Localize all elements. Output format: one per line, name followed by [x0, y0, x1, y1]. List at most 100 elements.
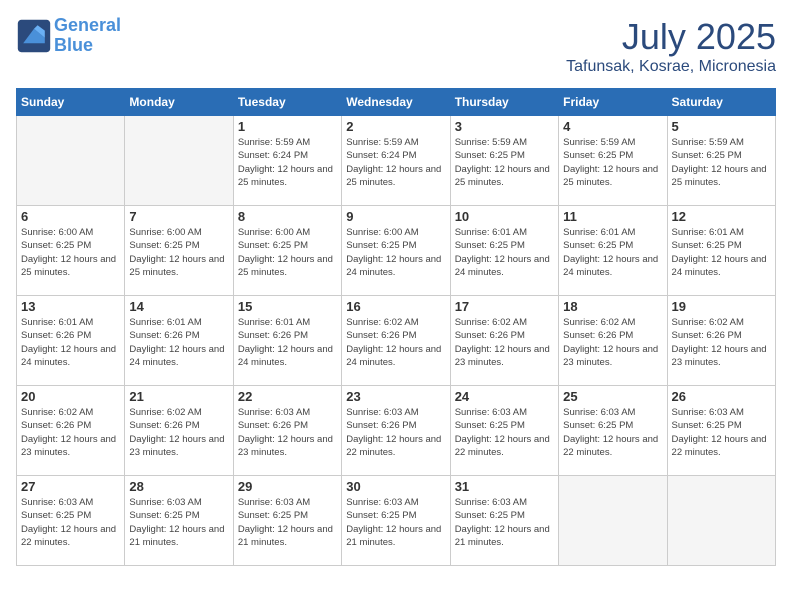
calendar-cell: 19 Sunrise: 6:02 AMSunset: 6:26 PMDayligh… [667, 296, 775, 386]
day-info: Sunrise: 6:03 AMSunset: 6:25 PMDaylight:… [21, 496, 120, 549]
day-number: 11 [563, 209, 662, 224]
calendar-cell: 16 Sunrise: 6:02 AMSunset: 6:26 PMDayligh… [342, 296, 450, 386]
calendar-cell: 30 Sunrise: 6:03 AMSunset: 6:25 PMDayligh… [342, 476, 450, 566]
day-info: Sunrise: 6:03 AMSunset: 6:25 PMDaylight:… [672, 406, 771, 459]
day-info: Sunrise: 6:02 AMSunset: 6:26 PMDaylight:… [129, 406, 228, 459]
calendar-cell: 15 Sunrise: 6:01 AMSunset: 6:26 PMDayligh… [233, 296, 341, 386]
calendar-cell: 26 Sunrise: 6:03 AMSunset: 6:25 PMDayligh… [667, 386, 775, 476]
calendar-cell: 17Sunrise: 6:02 AMSunset: 6:26 PMDayligh… [450, 296, 558, 386]
calendar-cell: 2 Sunrise: 5:59 AMSunset: 6:24 PMDaylight… [342, 116, 450, 206]
logo-icon [16, 18, 52, 54]
day-number: 14 [129, 299, 228, 314]
weekday-header-sunday: Sunday [17, 89, 125, 116]
calendar-cell: 25 Sunrise: 6:03 AMSunset: 6:25 PMDayligh… [559, 386, 667, 476]
calendar-cell [125, 116, 233, 206]
day-info: Sunrise: 6:01 AMSunset: 6:26 PMDaylight:… [238, 316, 337, 369]
calendar-cell: 14 Sunrise: 6:01 AMSunset: 6:26 PMDayligh… [125, 296, 233, 386]
day-info: Sunrise: 6:00 AMSunset: 6:25 PMDaylight:… [346, 226, 445, 279]
day-number: 1 [238, 119, 337, 134]
day-number: 3 [455, 119, 554, 134]
day-info: Sunrise: 6:01 AMSunset: 6:25 PMDaylight:… [563, 226, 662, 279]
day-info: Sunrise: 6:03 AMSunset: 6:25 PMDaylight:… [563, 406, 662, 459]
calendar-cell: 11 Sunrise: 6:01 AMSunset: 6:25 PMDayligh… [559, 206, 667, 296]
day-number: 28 [129, 479, 228, 494]
day-info: Sunrise: 6:02 AMSunset: 6:26 PMDaylight:… [21, 406, 120, 459]
day-info: Sunrise: 6:03 AMSunset: 6:25 PMDaylight:… [238, 496, 337, 549]
calendar-cell: 20 Sunrise: 6:02 AMSunset: 6:26 PMDayligh… [17, 386, 125, 476]
calendar-cell: 28 Sunrise: 6:03 AMSunset: 6:25 PMDayligh… [125, 476, 233, 566]
day-number: 16 [346, 299, 445, 314]
page-header: General Blue July 2025 Tafunsak, Kosrae,… [16, 16, 776, 76]
day-info: Sunrise: 6:00 AMSunset: 6:25 PMDaylight:… [129, 226, 228, 279]
title-block: July 2025 Tafunsak, Kosrae, Micronesia [566, 16, 776, 76]
day-number: 13 [21, 299, 120, 314]
weekday-header-saturday: Saturday [667, 89, 775, 116]
day-number: 8 [238, 209, 337, 224]
day-info: Sunrise: 6:02 AMSunset: 6:26 PMDaylight:… [346, 316, 445, 369]
weekday-header-tuesday: Tuesday [233, 89, 341, 116]
calendar-cell [559, 476, 667, 566]
day-number: 10 [455, 209, 554, 224]
calendar-cell: 5 Sunrise: 5:59 AMSunset: 6:25 PMDaylight… [667, 116, 775, 206]
day-info: Sunrise: 5:59 AMSunset: 6:24 PMDaylight:… [238, 136, 337, 189]
logo: General Blue [16, 16, 121, 56]
day-number: 24 [455, 389, 554, 404]
calendar-cell [667, 476, 775, 566]
calendar-table: SundayMondayTuesdayWednesdayThursdayFrid… [16, 88, 776, 566]
day-number: 30 [346, 479, 445, 494]
day-number: 12 [672, 209, 771, 224]
day-number: 7 [129, 209, 228, 224]
calendar-cell: 22 Sunrise: 6:03 AMSunset: 6:26 PMDayligh… [233, 386, 341, 476]
calendar-body: 1 Sunrise: 5:59 AMSunset: 6:24 PMDaylight… [17, 116, 776, 566]
weekday-header-thursday: Thursday [450, 89, 558, 116]
weekday-header-monday: Monday [125, 89, 233, 116]
calendar-week-3: 13 Sunrise: 6:01 AMSunset: 6:26 PMDayligh… [17, 296, 776, 386]
location-title: Tafunsak, Kosrae, Micronesia [566, 58, 776, 76]
calendar-header: SundayMondayTuesdayWednesdayThursdayFrid… [17, 89, 776, 116]
day-info: Sunrise: 6:03 AMSunset: 6:25 PMDaylight:… [455, 496, 554, 549]
day-info: Sunrise: 6:03 AMSunset: 6:26 PMDaylight:… [346, 406, 445, 459]
calendar-cell: 23 Sunrise: 6:03 AMSunset: 6:26 PMDayligh… [342, 386, 450, 476]
calendar-week-2: 6 Sunrise: 6:00 AMSunset: 6:25 PMDaylight… [17, 206, 776, 296]
day-info: Sunrise: 6:03 AMSunset: 6:25 PMDaylight:… [129, 496, 228, 549]
calendar-cell: 3 Sunrise: 5:59 AMSunset: 6:25 PMDaylight… [450, 116, 558, 206]
day-number: 4 [563, 119, 662, 134]
day-info: Sunrise: 6:01 AMSunset: 6:26 PMDaylight:… [129, 316, 228, 369]
day-info: Sunrise: 6:02 AMSunset: 6:26 PMDaylight:… [672, 316, 771, 369]
day-info: Sunrise: 5:59 AMSunset: 6:24 PMDaylight:… [346, 136, 445, 189]
weekday-header-friday: Friday [559, 89, 667, 116]
calendar-cell: 6Sunrise: 6:00 AMSunset: 6:25 PMDaylight… [17, 206, 125, 296]
logo-line1: General [54, 15, 121, 35]
calendar-cell: 27Sunrise: 6:03 AMSunset: 6:25 PMDayligh… [17, 476, 125, 566]
day-info: Sunrise: 6:01 AMSunset: 6:25 PMDaylight:… [672, 226, 771, 279]
calendar-cell [17, 116, 125, 206]
day-number: 29 [238, 479, 337, 494]
day-number: 25 [563, 389, 662, 404]
calendar-cell: 21Sunrise: 6:02 AMSunset: 6:26 PMDayligh… [125, 386, 233, 476]
logo-text: General Blue [54, 16, 121, 56]
day-number: 19 [672, 299, 771, 314]
day-info: Sunrise: 5:59 AMSunset: 6:25 PMDaylight:… [455, 136, 554, 189]
day-number: 31 [455, 479, 554, 494]
day-info: Sunrise: 6:01 AMSunset: 6:26 PMDaylight:… [21, 316, 120, 369]
day-number: 26 [672, 389, 771, 404]
calendar-cell: 13 Sunrise: 6:01 AMSunset: 6:26 PMDayligh… [17, 296, 125, 386]
calendar-week-1: 1 Sunrise: 5:59 AMSunset: 6:24 PMDaylight… [17, 116, 776, 206]
day-info: Sunrise: 5:59 AMSunset: 6:25 PMDaylight:… [672, 136, 771, 189]
weekday-header-wednesday: Wednesday [342, 89, 450, 116]
day-info: Sunrise: 6:03 AMSunset: 6:25 PMDaylight:… [346, 496, 445, 549]
day-number: 15 [238, 299, 337, 314]
day-info: Sunrise: 6:02 AMSunset: 6:26 PMDaylight:… [563, 316, 662, 369]
day-number: 23 [346, 389, 445, 404]
day-number: 20 [21, 389, 120, 404]
day-info: Sunrise: 5:59 AMSunset: 6:25 PMDaylight:… [563, 136, 662, 189]
calendar-cell: 1 Sunrise: 5:59 AMSunset: 6:24 PMDaylight… [233, 116, 341, 206]
day-number: 6 [21, 209, 120, 224]
day-number: 5 [672, 119, 771, 134]
day-number: 22 [238, 389, 337, 404]
day-number: 2 [346, 119, 445, 134]
day-info: Sunrise: 6:03 AMSunset: 6:26 PMDaylight:… [238, 406, 337, 459]
calendar-week-4: 20 Sunrise: 6:02 AMSunset: 6:26 PMDayligh… [17, 386, 776, 476]
day-number: 9 [346, 209, 445, 224]
month-title: July 2025 [566, 16, 776, 58]
